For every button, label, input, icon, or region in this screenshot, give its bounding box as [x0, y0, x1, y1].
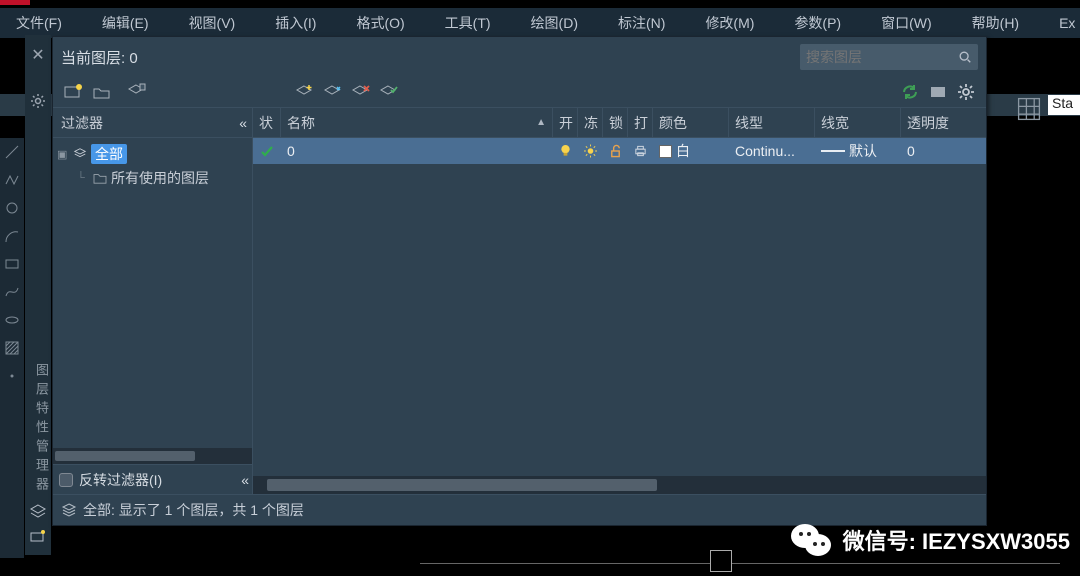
col-lock[interactable]: 锁 — [603, 108, 628, 137]
collapse-filter-icon[interactable]: « — [239, 115, 244, 131]
menu-window[interactable]: 窗口(W) — [865, 9, 956, 37]
layer-stack-icon[interactable] — [29, 503, 47, 521]
filter-pane: 过滤器 « ▣ 全部 └ 所有使用的图层 — [53, 108, 253, 494]
invert-filter-label: 反转过滤器(I) — [79, 470, 162, 490]
search-icon[interactable] — [958, 50, 972, 64]
menu-help[interactable]: 帮助(H) — [956, 9, 1043, 37]
menubar: 文件(F) 编辑(E) 视图(V) 插入(I) 格式(O) 工具(T) 绘图(D… — [0, 8, 1080, 38]
folder-icon — [93, 172, 107, 184]
panel-status-bar: 全部: 显示了 1 个图层，共 1 个图层 — [53, 495, 986, 525]
col-plot[interactable]: 打 — [628, 108, 653, 137]
cell-lock-open-icon[interactable] — [603, 138, 628, 164]
polyline-tool-icon[interactable] — [4, 172, 20, 188]
layerstate-box[interactable]: Sta — [1048, 95, 1080, 115]
rectangle-tool-icon[interactable] — [4, 256, 20, 272]
spline-tool-icon[interactable] — [4, 284, 20, 300]
invert-filter-row[interactable]: 反转过滤器(I) « — [53, 464, 252, 494]
layer-from-object-icon[interactable] — [29, 527, 47, 545]
table-header: 状 名称 ▲ 开 冻 锁 打 颜色 线型 线宽 透明度 — [253, 108, 986, 138]
menu-edit[interactable]: 编辑(E) — [86, 9, 173, 37]
cell-transparency[interactable]: 0 — [901, 138, 986, 164]
palette-vertical-title: 图层特性管理器 — [32, 363, 51, 496]
menu-dim[interactable]: 标注(N) — [602, 9, 689, 37]
filter-header: 过滤器 « — [53, 108, 252, 138]
col-lineweight[interactable]: 线宽 — [815, 108, 901, 137]
new-prop-filter-button[interactable] — [59, 81, 87, 103]
wechat-watermark: 微信号: IEZYSXW3055 — [791, 522, 1070, 558]
toggle-overrides-icon[interactable] — [924, 81, 952, 103]
sort-asc-icon: ▲ — [536, 117, 546, 128]
arc-tool-icon[interactable] — [4, 228, 20, 244]
collapse-bottom-icon[interactable]: « — [241, 472, 246, 488]
invert-filter-checkbox[interactable] — [59, 473, 73, 487]
col-color[interactable]: 颜色 — [653, 108, 729, 137]
menu-draw[interactable]: 绘图(D) — [515, 9, 602, 37]
set-current-button[interactable] — [375, 81, 403, 103]
menu-param[interactable]: 参数(P) — [778, 9, 865, 37]
grid-icon[interactable] — [1016, 96, 1042, 114]
cell-on-bulb-icon[interactable] — [553, 138, 578, 164]
menu-view[interactable]: 视图(V) — [173, 9, 260, 37]
current-layer-label: 当前图层: 0 — [61, 47, 138, 68]
col-name[interactable]: 名称 ▲ — [281, 108, 553, 137]
panel-header: 当前图层: 0 — [53, 37, 986, 77]
menu-tools[interactable]: 工具(T) — [429, 9, 515, 37]
tree-used-layers[interactable]: └ 所有使用的图层 — [57, 166, 248, 190]
panel-toolbar — [53, 77, 986, 107]
menu-format[interactable]: 格式(O) — [340, 9, 428, 37]
circle-tool-icon[interactable] — [4, 200, 20, 216]
ellipse-tool-icon[interactable] — [4, 312, 20, 328]
layer-stack-icon — [61, 502, 77, 518]
close-icon[interactable]: ✕ — [27, 41, 48, 69]
col-linetype[interactable]: 线型 — [729, 108, 815, 137]
tree-root-all[interactable]: ▣ 全部 — [57, 142, 248, 166]
layer-stack-icon — [73, 147, 87, 161]
new-group-filter-button[interactable] — [87, 81, 115, 103]
refresh-icon[interactable] — [896, 81, 924, 103]
wechat-icon — [791, 522, 833, 558]
delete-layer-button[interactable] — [347, 81, 375, 103]
cell-freeze-sun-icon[interactable] — [578, 138, 603, 164]
col-on[interactable]: 开 — [553, 108, 578, 137]
point-tool-icon[interactable] — [4, 368, 20, 384]
menu-file[interactable]: 文件(F) — [0, 9, 86, 37]
wechat-text: 微信号: IEZYSXW3055 — [843, 524, 1070, 556]
layer-states-button[interactable] — [123, 81, 151, 103]
draw-tool-palette — [0, 138, 24, 558]
filter-tree[interactable]: ▣ 全部 └ 所有使用的图层 — [53, 138, 252, 448]
col-freeze[interactable]: 冻 — [578, 108, 603, 137]
search-input[interactable] — [806, 49, 954, 65]
cell-state-current-icon[interactable] — [253, 138, 281, 164]
gear-icon[interactable] — [30, 93, 46, 109]
search-layers[interactable] — [800, 44, 978, 70]
cell-linetype[interactable]: Continu... — [729, 138, 815, 164]
color-swatch — [659, 145, 672, 158]
cell-plot-printer-icon[interactable] — [628, 138, 653, 164]
menu-insert[interactable]: 插入(I) — [259, 9, 340, 37]
settings-icon[interactable] — [952, 81, 980, 103]
menu-modify[interactable]: 修改(M) — [689, 9, 778, 37]
layer-properties-panel: 当前图层: 0 — [52, 36, 987, 526]
table-row[interactable]: 0 白 Continu... — [253, 138, 986, 164]
col-state[interactable]: 状 — [253, 108, 281, 137]
cell-lineweight[interactable]: 默认 — [815, 138, 901, 164]
cell-name[interactable]: 0 — [281, 138, 553, 164]
cell-color[interactable]: 白 — [653, 138, 729, 164]
lineweight-preview — [821, 150, 845, 152]
leaf-connector-icon: └ — [77, 172, 89, 184]
line-tool-icon[interactable] — [4, 144, 20, 160]
layer-table: 状 名称 ▲ 开 冻 锁 打 颜色 线型 线宽 透明度 0 — [253, 108, 986, 494]
new-vp-freeze-layer-button[interactable] — [319, 81, 347, 103]
new-layer-button[interactable] — [291, 81, 319, 103]
col-transparency[interactable]: 透明度 — [901, 108, 986, 137]
filter-h-scrollbar[interactable] — [53, 448, 252, 464]
expand-icon[interactable]: ▣ — [57, 148, 69, 161]
app-logo-fragment — [0, 0, 30, 5]
menu-ex[interactable]: Ex — [1043, 11, 1080, 35]
status-text: 全部: 显示了 1 个图层，共 1 个图层 — [83, 500, 304, 520]
hatch-tool-icon[interactable] — [4, 340, 20, 356]
table-h-scrollbar[interactable] — [253, 476, 986, 494]
